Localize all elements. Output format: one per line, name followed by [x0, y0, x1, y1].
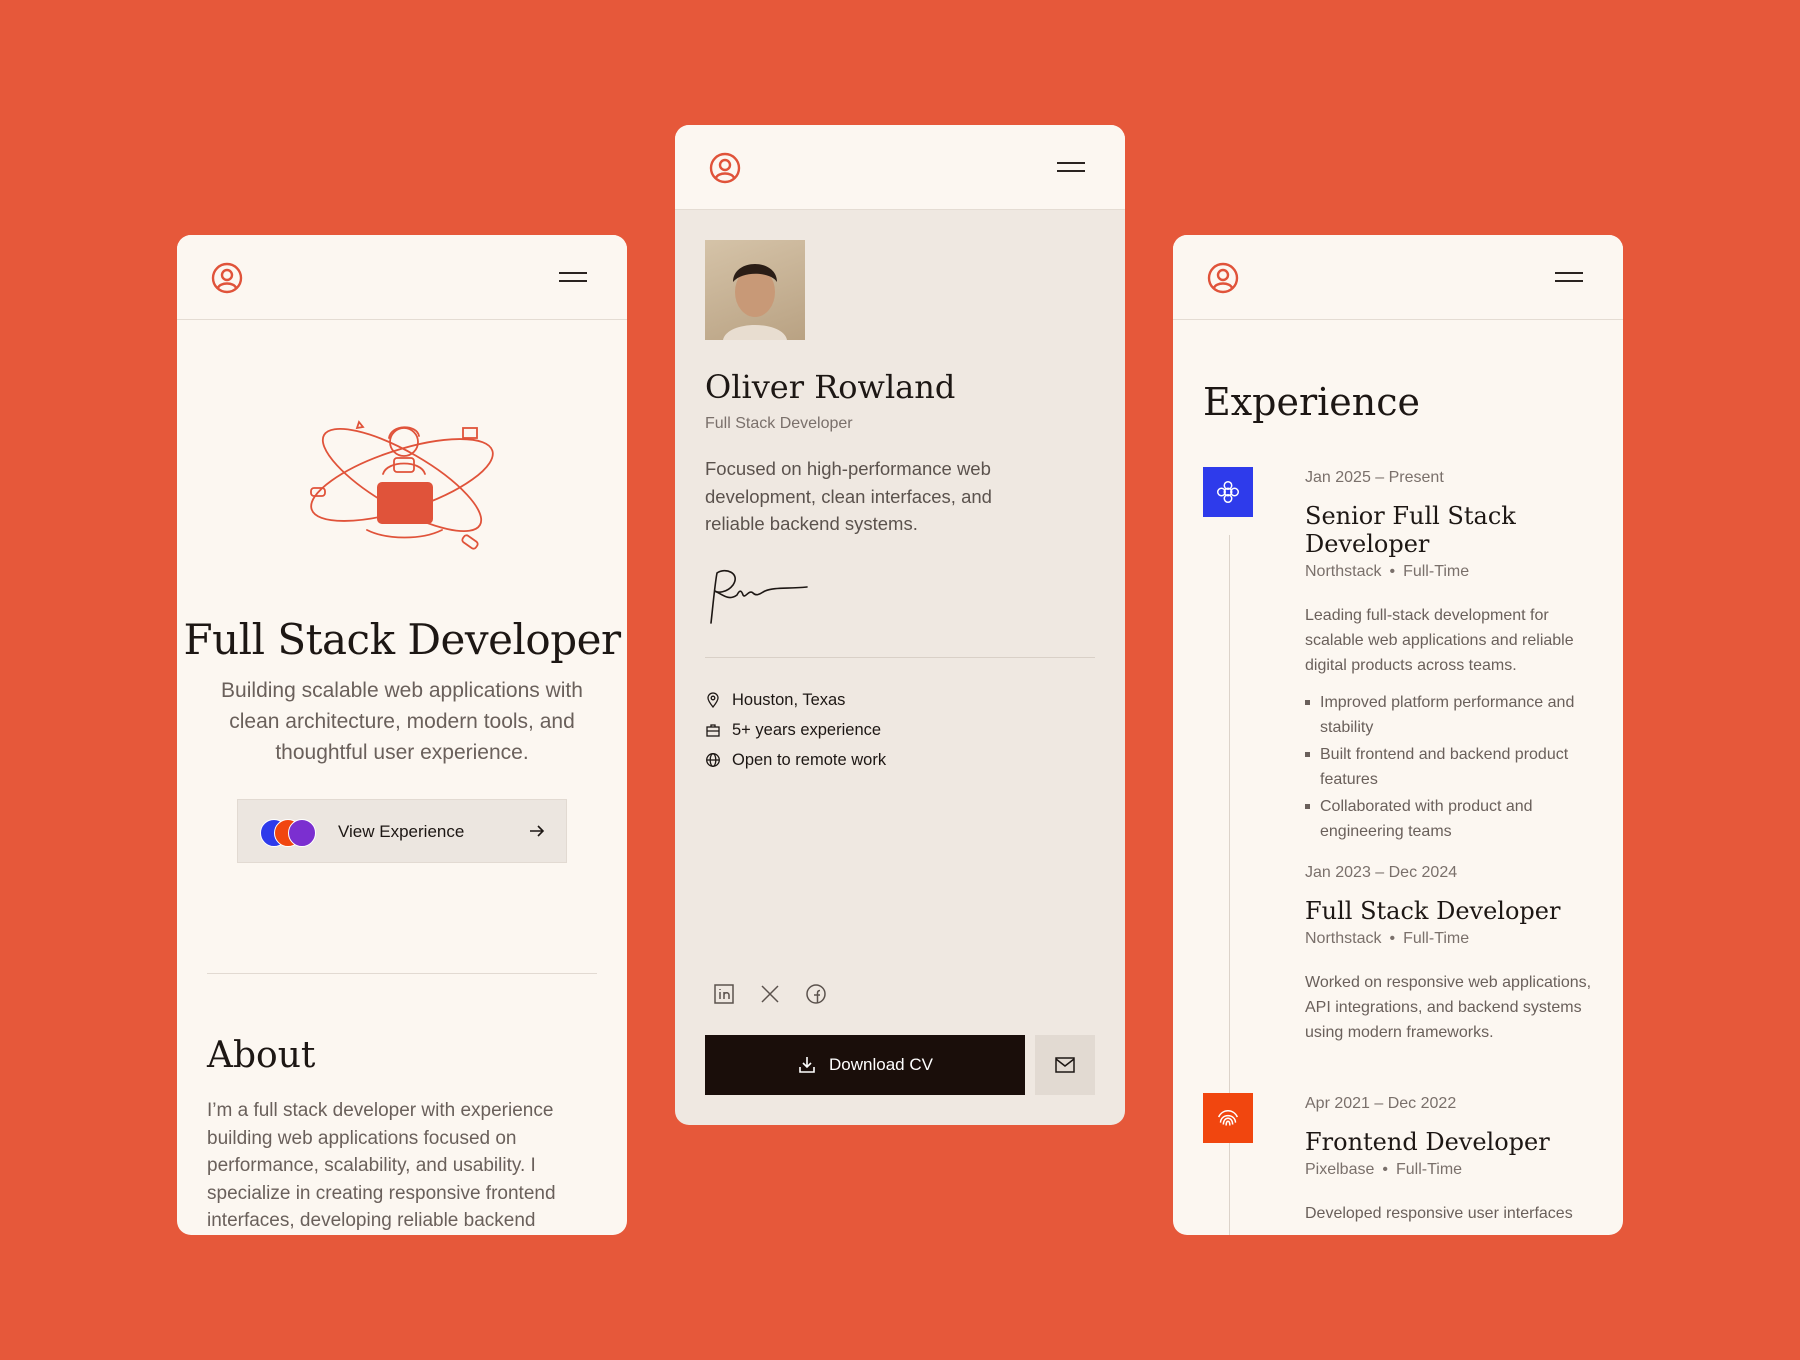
job-meta: Pixelbase • Full-Time	[1305, 1161, 1463, 1178]
info-experience: 5+ years experience	[705, 715, 886, 745]
user-avatar-icon[interactable]	[709, 152, 741, 184]
info-experience-text: 5+ years experience	[732, 720, 882, 739]
divider	[705, 657, 1095, 658]
mail-icon	[1055, 1057, 1075, 1073]
divider	[207, 973, 597, 974]
job-type: Full-Time	[1395, 1161, 1463, 1178]
top-bar	[675, 125, 1125, 210]
x-icon[interactable]	[759, 983, 781, 1005]
linkedin-icon[interactable]	[713, 983, 735, 1005]
facebook-icon[interactable]	[805, 983, 827, 1005]
hero-card: Full Stack Developer Building scalable w…	[177, 235, 627, 1235]
hamburger-menu-icon[interactable]	[559, 272, 587, 284]
info-list: Houston, Texas 5+ years experience Open …	[705, 685, 886, 775]
experience-title: Experience	[1203, 380, 1421, 424]
view-experience-label: View Experience	[338, 822, 465, 841]
job-title: Senior Full Stack Developer	[1305, 502, 1516, 558]
signature-image	[710, 569, 808, 624]
profile-bio: Focused on high-performance web developm…	[705, 458, 992, 534]
arrow-right-icon	[530, 825, 545, 837]
info-remote: Open to remote work	[705, 745, 886, 775]
hamburger-menu-icon[interactable]	[1057, 162, 1085, 174]
top-bar	[1173, 235, 1623, 320]
job-company: Northstack	[1305, 930, 1382, 947]
job-bullet: Built frontend and backend product featu…	[1305, 742, 1593, 792]
job-description: Developed responsive user interfaces	[1305, 1205, 1573, 1222]
job-title: Frontend Developer	[1305, 1128, 1550, 1156]
download-cv-button[interactable]: Download CV	[705, 1035, 1025, 1095]
orange-fingerprint-logo-icon	[1203, 1093, 1253, 1143]
job-bullet: Improved platform performance and stabil…	[1305, 690, 1593, 740]
profile-name: Oliver Rowland	[705, 368, 956, 406]
location-pin-icon	[707, 692, 719, 708]
email-button[interactable]	[1035, 1035, 1095, 1095]
download-cv-label: Download CV	[829, 1055, 933, 1074]
job-type: Full-Time	[1403, 563, 1470, 580]
info-remote-text: Open to remote work	[732, 750, 887, 769]
hero-subtitle: Building scalable web applications with …	[221, 679, 583, 764]
info-location: Houston, Texas	[705, 685, 886, 715]
purple-logo-icon	[288, 819, 316, 847]
profile-card: Oliver Rowland Full Stack Developer Focu…	[675, 125, 1125, 1125]
job-meta: Northstack • Full-Time	[1305, 930, 1470, 947]
job-meta: Northstack • Full-Time	[1305, 563, 1470, 580]
job-company: Northstack	[1305, 563, 1382, 580]
download-icon	[799, 1057, 815, 1073]
profile-photo	[705, 240, 805, 340]
company-logos	[260, 819, 324, 847]
about-title: About	[207, 1035, 316, 1076]
job-bullet: Collaborated with product and engineerin…	[1305, 794, 1593, 844]
job-description: Leading full-stack development for scala…	[1305, 607, 1574, 674]
profile-role: Full Stack Developer	[705, 415, 853, 432]
hero-title: Full Stack Developer	[183, 615, 621, 664]
job-date: Apr 2021 – Dec 2022	[1305, 1095, 1457, 1112]
job-company: Pixelbase	[1305, 1161, 1375, 1178]
job-title: Full Stack Developer	[1305, 897, 1561, 925]
view-experience-button[interactable]: View Experience	[237, 799, 567, 863]
about-text: I’m a full stack developer with experien…	[207, 1100, 556, 1231]
job-date: Jan 2023 – Dec 2024	[1305, 864, 1458, 881]
blue-flower-logo-icon	[1203, 467, 1253, 517]
job-bullets: Improved platform performance and stabil…	[1305, 690, 1593, 844]
user-avatar-icon[interactable]	[211, 262, 243, 294]
job-date: Jan 2025 – Present	[1305, 469, 1444, 486]
globe-icon	[706, 753, 720, 767]
briefcase-icon	[706, 724, 720, 737]
job-description: Worked on responsive web applications, A…	[1305, 974, 1592, 1041]
job-type: Full-Time	[1403, 930, 1470, 947]
experience-card: Experience Jan 2025 – Present Senior Ful…	[1173, 235, 1623, 1235]
top-bar	[177, 235, 627, 320]
developer-illustration	[310, 420, 494, 550]
hamburger-menu-icon[interactable]	[1555, 272, 1583, 284]
user-avatar-icon[interactable]	[1207, 262, 1239, 294]
social-links	[713, 983, 827, 1005]
info-location-text: Houston, Texas	[732, 690, 846, 709]
